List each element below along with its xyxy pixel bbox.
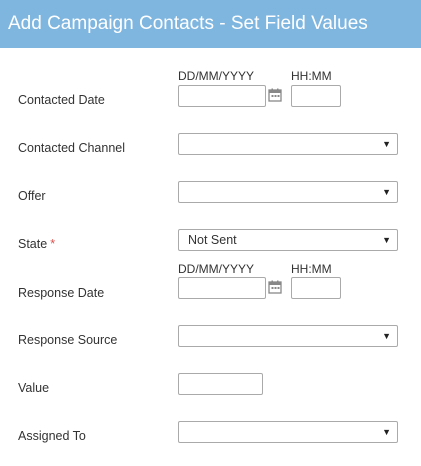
contacted-channel-select[interactable]: ▼	[178, 133, 398, 155]
state-select[interactable]: Not Sent ▼	[178, 229, 398, 251]
offer-label: Offer	[18, 189, 46, 203]
response-date-label: Response Date	[18, 286, 105, 300]
calendar-icon[interactable]	[268, 280, 282, 294]
required-marker: *	[50, 237, 56, 251]
chevron-down-icon: ▼	[382, 139, 391, 149]
contacted-time-input[interactable]	[291, 85, 341, 107]
response-source-label: Response Source	[18, 333, 118, 347]
contacted-time-format-hint: HH:MM	[291, 69, 332, 83]
contacted-date-format-hint: DD/MM/YYYY	[178, 69, 255, 83]
response-date-input[interactable]	[178, 277, 266, 299]
calendar-icon[interactable]	[268, 88, 282, 102]
state-label: State *	[18, 237, 55, 251]
value-label: Value	[18, 381, 50, 395]
chevron-down-icon: ▼	[382, 187, 391, 197]
value-input[interactable]	[178, 373, 263, 395]
assigned-to-select[interactable]: ▼	[178, 421, 398, 443]
state-label-text: State	[18, 237, 48, 251]
chevron-down-icon: ▼	[382, 331, 391, 341]
response-date-format-hint: DD/MM/YYYY	[178, 262, 255, 276]
chevron-down-icon: ▼	[382, 427, 391, 437]
offer-select[interactable]: ▼	[178, 181, 398, 203]
response-source-select[interactable]: ▼	[178, 325, 398, 347]
response-time-format-hint: HH:MM	[291, 262, 332, 276]
contacted-date-input[interactable]	[178, 85, 266, 107]
contacted-channel-label: Contacted Channel	[18, 141, 126, 155]
response-time-input[interactable]	[291, 277, 341, 299]
state-value: Not Sent	[188, 233, 237, 247]
assigned-to-label: Assigned To	[18, 429, 86, 443]
dialog-title: Add Campaign Contacts - Set Field Values	[0, 0, 421, 48]
contacted-date-label: Contacted Date	[18, 93, 105, 107]
chevron-down-icon: ▼	[382, 235, 391, 245]
